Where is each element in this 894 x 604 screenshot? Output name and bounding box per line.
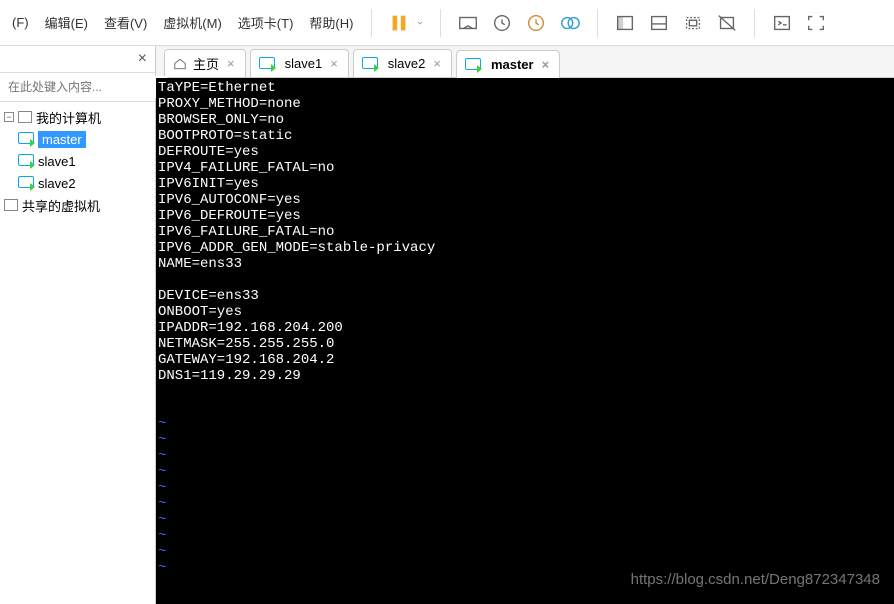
revert-snapshot-button[interactable] — [519, 6, 553, 40]
menu-bar: (F) 编辑(E) 查看(V) 虚拟机(M) 选项卡(T) 帮助(H) — [0, 0, 894, 46]
tree-label: slave1 — [38, 154, 76, 169]
chevron-down-icon — [416, 12, 424, 34]
close-sidebar-button[interactable]: × — [136, 48, 149, 70]
vm-running-icon — [259, 57, 275, 71]
tab-label: master — [491, 57, 534, 72]
tab-bar: 主页 × slave1 × slave2 × master × — [156, 46, 894, 78]
tree-label: 共享的虚拟机 — [22, 196, 100, 215]
tab-close-button[interactable]: × — [225, 56, 237, 71]
manage-snapshot-icon — [559, 12, 581, 34]
pause-button[interactable] — [382, 6, 416, 40]
watermark-text: https://blog.csdn.net/Deng872347348 — [631, 572, 880, 588]
unity-icon — [716, 12, 738, 34]
menu-tabs[interactable]: 选项卡(T) — [230, 9, 302, 36]
layout-single-button[interactable] — [608, 6, 642, 40]
menu-file[interactable]: (F) — [4, 11, 37, 34]
menu-help[interactable]: 帮助(H) — [301, 9, 361, 36]
vm-running-icon — [465, 58, 481, 72]
pause-icon — [388, 12, 410, 34]
tab-label: slave2 — [388, 56, 426, 71]
snapshot-button[interactable] — [485, 6, 519, 40]
collapse-icon[interactable]: − — [4, 112, 14, 122]
menu-edit[interactable]: 编辑(E) — [37, 9, 96, 36]
tab-label: slave1 — [285, 56, 323, 71]
tab-master[interactable]: master × — [456, 50, 560, 78]
layout-split-button[interactable] — [642, 6, 676, 40]
terminal-view[interactable]: TaYPE=Ethernet PROXY_METHOD=none BROWSER… — [156, 78, 894, 604]
tab-slave1[interactable]: slave1 × — [250, 49, 349, 77]
content-pane: 主页 × slave1 × slave2 × master × TaYPE=Et… — [156, 46, 894, 604]
menu-view[interactable]: 查看(V) — [96, 9, 155, 36]
sidebar-header: × — [0, 46, 155, 72]
unity-button[interactable] — [710, 6, 744, 40]
fit-guest-button[interactable] — [676, 6, 710, 40]
tab-close-button[interactable]: × — [540, 57, 552, 72]
tab-slave2[interactable]: slave2 × — [353, 49, 452, 77]
fullscreen-icon — [805, 12, 827, 34]
menu-vm[interactable]: 虚拟机(M) — [155, 9, 230, 36]
tree-vm-slave2[interactable]: slave2 — [0, 172, 155, 194]
tree-label: 我的计算机 — [36, 108, 101, 127]
keyboard-icon — [457, 12, 479, 34]
sidebar-search: ▾ — [0, 72, 155, 102]
main-area: × ▾ − 我的计算机 master slave1 slave2 — [0, 46, 894, 604]
shared-icon — [4, 199, 18, 211]
separator — [371, 9, 372, 37]
revert-snapshot-icon — [525, 12, 547, 34]
tab-home[interactable]: 主页 × — [164, 49, 246, 77]
tree-vm-master[interactable]: master — [0, 128, 155, 150]
sidebar: × ▾ − 我的计算机 master slave1 slave2 — [0, 46, 156, 604]
tab-close-button[interactable]: × — [328, 56, 340, 71]
fit-guest-icon — [682, 12, 704, 34]
tree-label: slave2 — [38, 176, 76, 191]
tab-label: 主页 — [193, 54, 219, 73]
send-ctrl-alt-del-button[interactable] — [451, 6, 485, 40]
tree-shared-vms[interactable]: 共享的虚拟机 — [0, 194, 155, 216]
tree-vm-slave1[interactable]: slave1 — [0, 150, 155, 172]
console-button[interactable] — [765, 6, 799, 40]
console-icon — [771, 12, 793, 34]
vm-running-icon — [362, 57, 378, 71]
layout-single-icon — [614, 12, 636, 34]
vm-running-icon — [18, 132, 34, 146]
vm-running-icon — [18, 176, 34, 190]
fullscreen-button[interactable] — [799, 6, 833, 40]
tree-root-my-computer[interactable]: − 我的计算机 — [0, 106, 155, 128]
snapshot-icon — [491, 12, 513, 34]
vm-running-icon — [18, 154, 34, 168]
vm-tree: − 我的计算机 master slave1 slave2 共享的虚拟机 — [0, 102, 155, 220]
home-icon — [173, 57, 187, 71]
layout-split-icon — [648, 12, 670, 34]
search-input[interactable] — [4, 76, 167, 98]
pause-dropdown[interactable] — [416, 6, 430, 40]
separator — [440, 9, 441, 37]
tree-label: master — [38, 131, 86, 148]
tab-close-button[interactable]: × — [431, 56, 443, 71]
separator — [597, 9, 598, 37]
computer-icon — [18, 111, 32, 123]
manage-snapshot-button[interactable] — [553, 6, 587, 40]
separator — [754, 9, 755, 37]
